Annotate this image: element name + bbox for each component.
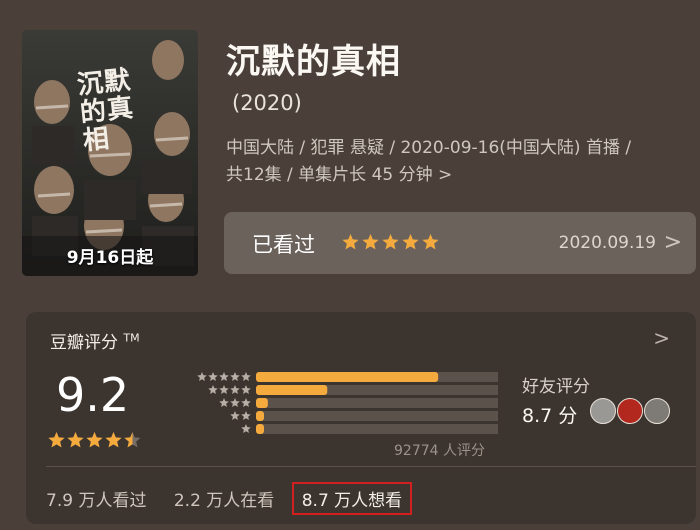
meta-line-2: 共12集 / 单集片长 45 分钟: [226, 165, 433, 185]
audience-stats: 7.9 万人看过 2.2 万人在看 8.7 万人想看: [46, 482, 434, 515]
friend-rating-title[interactable]: 好友评分: [522, 372, 590, 397]
star-icon: [241, 424, 251, 434]
star-icon: [382, 234, 399, 250]
watched-date: 2020.09.19: [558, 233, 656, 253]
average-score: 9.2: [56, 368, 130, 422]
average-score-stars: [48, 432, 141, 448]
star-icon: [67, 432, 84, 448]
star-icon: [241, 385, 251, 395]
watched-count[interactable]: 7.9 万人看过: [46, 486, 146, 511]
user-rating-stars: [342, 234, 439, 250]
rating-heading-text: 豆瓣评分: [50, 333, 118, 353]
rating-panel: 豆瓣评分 TM > 9.2 92774 人评分 好友评分 8.7 分 7.9 万…: [26, 312, 696, 524]
star-icon: [342, 234, 359, 250]
star-icon: [402, 234, 419, 250]
star-icon: [219, 372, 229, 382]
star-icon: [230, 398, 240, 408]
release-year: (2020): [232, 91, 302, 115]
distribution-bar: [256, 424, 264, 434]
distribution-bar: [256, 411, 264, 421]
avatar[interactable]: [617, 398, 644, 424]
star-icon: [105, 432, 122, 448]
rating-heading[interactable]: 豆瓣评分 TM: [50, 328, 140, 353]
star-icon: [86, 432, 103, 448]
distribution-track: [256, 398, 498, 408]
star-icon: [230, 385, 240, 395]
star-icon: [230, 411, 240, 421]
page-title: 沉默的真相: [226, 42, 401, 82]
distribution-track: [256, 411, 498, 421]
distribution-bar: [256, 372, 439, 382]
chevron-right-icon[interactable]: >: [653, 326, 670, 350]
divider: [46, 466, 696, 467]
chevron-right-icon[interactable]: >: [664, 230, 682, 255]
meta-line-1: 中国大陆 / 犯罪 悬疑 / 2020-09-16(中国大陆) 首播 /: [226, 138, 632, 158]
star-icon: [362, 234, 379, 250]
star-icon: [48, 432, 65, 448]
poster-caption: 9月16日起: [66, 248, 154, 268]
watched-status-bar[interactable]: 已看过 2020.09.19 >: [224, 212, 696, 274]
poster-title-text: 沉默的真相: [75, 65, 136, 157]
star-icon: [208, 385, 218, 395]
star-icon: [219, 385, 229, 395]
star-icon: [422, 234, 439, 250]
show-meta[interactable]: 中国大陆 / 犯罪 悬疑 / 2020-09-16(中国大陆) 首播 / 共12…: [226, 135, 696, 189]
avatar[interactable]: [644, 398, 671, 424]
rating-distribution-chart: [197, 372, 498, 434]
trademark-mark: TM: [123, 331, 140, 345]
friend-rating-score: 8.7 分: [522, 405, 578, 427]
watched-label: 已看过: [252, 233, 315, 257]
avatar[interactable]: [590, 398, 616, 424]
rating-count: 92774 人评分: [394, 443, 485, 459]
distribution-bar: [256, 385, 328, 395]
star-icon: [197, 372, 207, 382]
want-to-watch-count[interactable]: 8.7 万人想看: [291, 482, 413, 515]
friend-avatars[interactable]: [590, 398, 671, 424]
star-icon: [241, 398, 251, 408]
distribution-bar: [256, 398, 268, 408]
star-icon: [208, 372, 218, 382]
watching-count[interactable]: 2.2 万人在看: [174, 486, 274, 511]
distribution-track: [256, 424, 498, 434]
star-icon: [241, 411, 251, 421]
chevron-right-icon[interactable]: >: [438, 165, 452, 185]
poster-image[interactable]: 沉默的真相 9月16日起: [22, 30, 198, 276]
star-icon: [241, 372, 251, 382]
star-icon: [230, 372, 240, 382]
star-icon: [219, 398, 229, 408]
